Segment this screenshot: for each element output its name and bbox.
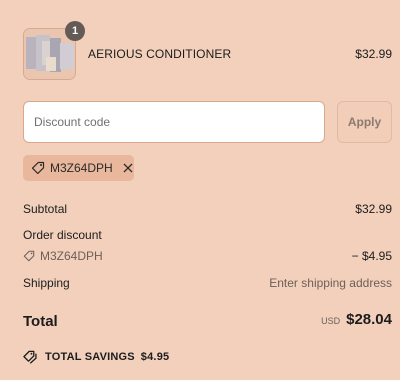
- subtotal-label: Subtotal: [23, 202, 68, 216]
- total-savings: TOTAL SAVINGS $4.95: [23, 350, 169, 364]
- shipping-row: Shipping Enter shipping address: [23, 276, 392, 290]
- savings-label: TOTAL SAVINGS: [45, 351, 135, 363]
- total-amount-group: USD $28.04: [321, 311, 392, 328]
- tag-icon: [23, 250, 35, 262]
- discount-code-input[interactable]: [23, 101, 325, 143]
- currency-code: USD: [321, 316, 341, 326]
- shipping-value: Enter shipping address: [269, 276, 392, 290]
- shipping-label: Shipping: [23, 276, 70, 290]
- discount-code-row: M3Z64DPH − $4.95: [23, 249, 392, 265]
- total-amount: $28.04: [346, 311, 392, 328]
- apply-button[interactable]: Apply: [337, 101, 392, 143]
- product-name: AERIOUS CONDITIONER: [88, 47, 232, 61]
- discount-code-line: M3Z64DPH: [23, 249, 103, 263]
- tag-icon: [31, 161, 45, 175]
- discount-code-text: M3Z64DPH: [40, 249, 103, 263]
- quantity-badge: 1: [65, 21, 85, 41]
- order-discount-label: Order discount: [23, 228, 102, 242]
- subtotal-row: Subtotal $32.99: [23, 202, 392, 216]
- total-label: Total: [23, 313, 58, 330]
- subtotal-value: $32.99: [355, 202, 392, 216]
- savings-value: $4.95: [140, 351, 170, 363]
- applied-discount-chip: M3Z64DPH: [23, 155, 134, 181]
- product-price: $32.99: [355, 47, 392, 61]
- close-icon[interactable]: [122, 162, 134, 174]
- applied-code-label: M3Z64DPH: [50, 161, 113, 175]
- tags-icon: [23, 350, 37, 364]
- discount-value: − $4.95: [351, 249, 392, 263]
- order-discount-row: Order discount: [23, 228, 392, 242]
- total-row: Total USD $28.04: [23, 311, 392, 330]
- line-item: 1 AERIOUS CONDITIONER $32.99: [23, 21, 392, 80]
